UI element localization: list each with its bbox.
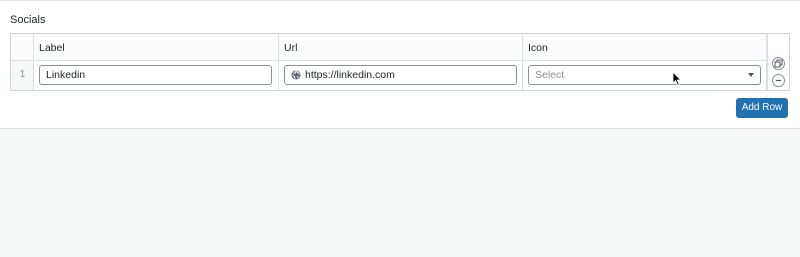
globe-icon xyxy=(291,70,301,80)
table-header-row: Label Url Icon xyxy=(11,34,767,61)
minus-icon xyxy=(776,79,781,82)
row-number: 1 xyxy=(19,69,26,80)
url-value: https://linkedin.com xyxy=(305,69,395,81)
chevron-down-icon xyxy=(748,73,754,77)
header-cell-url: Url xyxy=(279,34,523,60)
table-row: 1 Linkedin https://linkedin.com Select xyxy=(11,61,767,90)
duplicate-icon xyxy=(774,59,783,68)
cell-url: https://linkedin.com xyxy=(279,61,523,90)
header-cell-label: Label xyxy=(34,34,279,60)
cell-label: Linkedin xyxy=(34,61,279,90)
column-header-label: Label xyxy=(39,42,65,54)
socials-field-panel: Socials Label Url Icon 1 Linkedin https:… xyxy=(0,0,800,129)
mouse-pointer-icon xyxy=(672,71,682,86)
header-cell-icon: Icon xyxy=(523,34,767,60)
url-input[interactable]: https://linkedin.com xyxy=(284,65,517,85)
column-header-url: Url xyxy=(284,42,298,54)
remove-row-button[interactable] xyxy=(772,74,785,87)
icon-select-value: Select xyxy=(535,69,565,81)
cell-icon: Select xyxy=(523,61,767,90)
header-index-cell xyxy=(11,34,34,60)
label-input[interactable]: Linkedin xyxy=(39,65,272,85)
duplicate-row-button[interactable] xyxy=(772,57,785,70)
column-header-icon: Icon xyxy=(528,42,548,54)
icon-select[interactable]: Select xyxy=(528,65,761,85)
field-label: Socials xyxy=(10,14,46,26)
row-handle[interactable]: 1 xyxy=(11,61,34,90)
add-row-button[interactable]: Add Row xyxy=(736,98,788,118)
row-controls xyxy=(767,34,790,90)
